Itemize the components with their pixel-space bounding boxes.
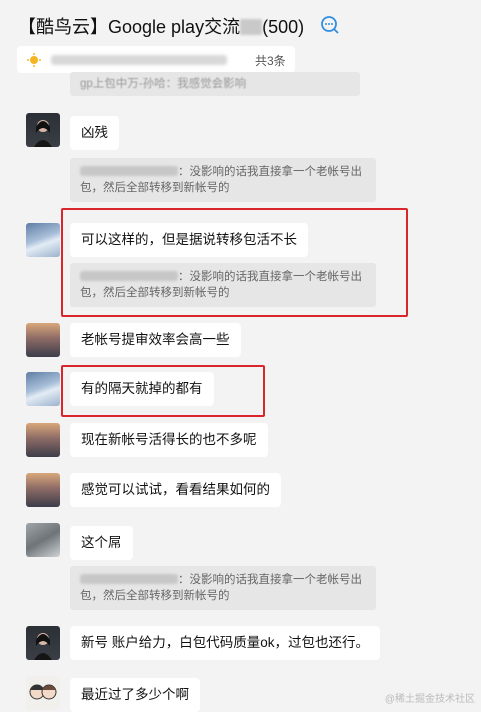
redacted-name (80, 271, 178, 281)
quoted-message[interactable]: gp上包中万-孙哈：我感觉会影响 (70, 72, 360, 96)
user-avatar[interactable] (26, 372, 60, 406)
redacted-name (80, 574, 178, 584)
group-chat-icon[interactable] (320, 16, 340, 34)
message-bubble[interactable]: 感觉可以试试，看看结果如何的 (70, 473, 281, 507)
redacted-announcement (51, 55, 227, 65)
message-bubble[interactable]: 凶残 (70, 116, 119, 150)
message-bubble[interactable]: 老帐号提审效率会高一些 (70, 323, 241, 357)
message-bubble[interactable]: 这个屌 (70, 526, 133, 560)
message-bubble[interactable]: 现在新帐号活得长的也不多呢 (70, 423, 268, 457)
quoted-message[interactable]: ：没影响的话我直接拿一个老帐号出包，然后全部转移到新帐号的 (70, 263, 376, 307)
announcement-bar[interactable]: 共3条 (17, 46, 295, 73)
message-bubble[interactable]: 可以这样的，但是据说转移包活不长 (70, 223, 308, 257)
watermark: @稀土掘金技术社区 (384, 694, 475, 705)
user-avatar[interactable] (26, 676, 60, 710)
user-avatar[interactable] (26, 323, 60, 357)
chat-title-count: (500) (262, 17, 305, 37)
quoted-message[interactable]: ：没影响的话我直接拿一个老帐号出包，然后全部转移到新帐号的 (70, 158, 376, 202)
user-avatar[interactable] (26, 423, 60, 457)
user-avatar[interactable] (26, 223, 60, 257)
redacted-text (240, 19, 263, 35)
message-bubble[interactable]: 有的隔天就掉的都有 (70, 372, 214, 406)
chat-title[interactable]: 【酷鸟云】Google play交流 (500) (18, 13, 304, 39)
redacted-name (80, 166, 178, 176)
chat-title-prefix: 【酷鸟云】Google play交流 (18, 17, 241, 37)
user-avatar[interactable] (26, 473, 60, 507)
message-bubble[interactable]: 新号 账户给力，白包代码质量ok，过包也还行。 (70, 626, 381, 660)
sun-icon (27, 53, 41, 67)
chat-header: 【酷鸟云】Google play交流 (500) (0, 0, 481, 46)
quoted-message[interactable]: ：没影响的话我直接拿一个老帐号出包，然后全部转移到新帐号的 (70, 566, 376, 610)
announcement-count: 共3条 (255, 54, 286, 68)
quote-text: gp上包中万-孙哈：我感觉会影响 (80, 78, 247, 90)
message-bubble[interactable]: 最近过了多少个啊 (70, 678, 200, 712)
user-avatar[interactable] (26, 113, 60, 147)
user-avatar[interactable] (26, 626, 60, 660)
user-avatar[interactable] (26, 523, 60, 557)
